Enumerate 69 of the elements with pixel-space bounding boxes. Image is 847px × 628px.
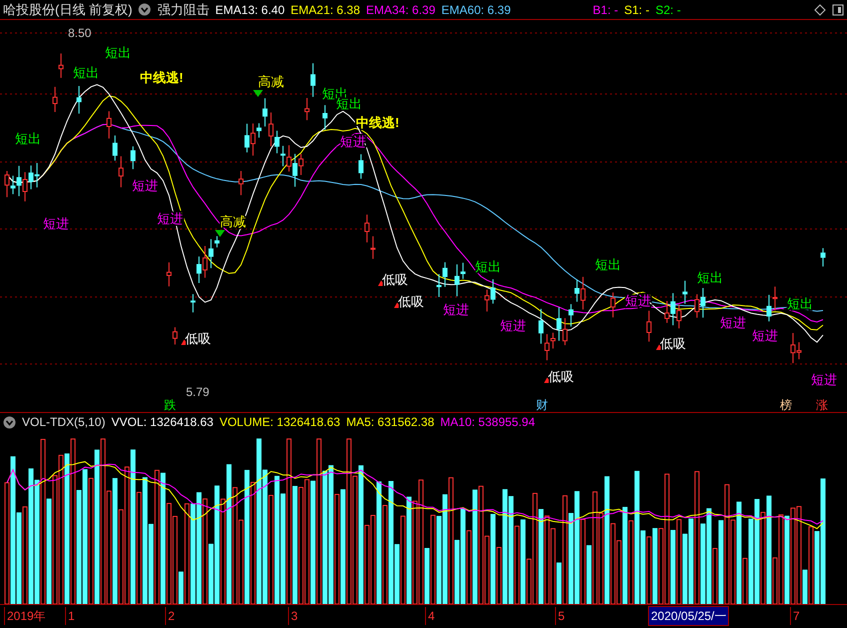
time-axis-label: 5	[555, 607, 565, 625]
indicator-value: EMA13: 6.40	[215, 2, 285, 18]
high-price-label: 8.50	[68, 26, 92, 40]
signal-label: 低吸	[660, 336, 686, 351]
indicator-value: EMA60: 6.39	[441, 2, 511, 18]
time-axis-label: 7	[790, 607, 800, 625]
time-axis-label: 1	[65, 607, 75, 625]
dropdown-icon[interactable]	[3, 416, 16, 428]
square-icon[interactable]	[832, 4, 844, 16]
candlestick	[610, 292, 616, 318]
time-axis-label: 3	[288, 607, 298, 625]
signal-label: 中线逃!	[140, 70, 184, 85]
candlestick	[646, 310, 652, 342]
volume-value: MA5: 631562.38	[346, 414, 434, 431]
signal-label: 短进	[443, 302, 469, 317]
candlestick	[130, 146, 136, 170]
signal-label: 短进	[720, 315, 746, 330]
candlestick	[76, 85, 82, 114]
candlestick	[166, 262, 172, 287]
signal-label: 短出	[595, 257, 621, 272]
signal-label: 短进	[811, 372, 837, 387]
down-arrow-icon	[215, 230, 225, 237]
signal-label: 低吸	[398, 294, 424, 309]
signal-label: 中线逃!	[356, 115, 400, 130]
signal-label: 短出	[105, 45, 131, 60]
signal-label: 高减	[258, 74, 284, 89]
event-marker: 财	[536, 398, 548, 412]
candlestick	[58, 53, 64, 78]
time-axis-label: 2	[165, 607, 175, 625]
signal-label: 短进	[43, 216, 69, 231]
candlestick	[820, 248, 826, 267]
stock-title: 哈投股份(日线 前复权)	[3, 0, 132, 19]
candlestick	[190, 294, 196, 313]
diamond-icon[interactable]	[814, 4, 826, 16]
signal-label: 低吸	[382, 272, 408, 287]
candlestick	[358, 154, 364, 180]
candlestick	[52, 86, 58, 113]
low-price-label: 5.79	[186, 385, 210, 399]
cursor-date-label: 2020/05/25/一	[648, 606, 730, 626]
candlestick	[172, 326, 178, 345]
time-axis-label: 2019年	[4, 607, 46, 625]
signal-label: 短进	[500, 318, 526, 333]
signal-label: 短出	[475, 259, 501, 274]
indicator-name: 强力阻击	[157, 0, 210, 19]
indicator-value: EMA34: 6.39	[366, 2, 436, 18]
signal-value: S1: -	[624, 2, 650, 18]
signal-label: 低吸	[548, 369, 574, 384]
dropdown-icon[interactable]	[138, 3, 152, 16]
signal-label: 短出	[697, 270, 723, 285]
volume-value: VVOL: 1326418.63	[111, 414, 214, 431]
signal-value: S2: -	[655, 2, 681, 18]
indicator-value: EMA21: 6.38	[290, 2, 360, 18]
event-marker: 涨	[816, 398, 828, 412]
signal-label: 低吸	[185, 331, 211, 346]
volume-value: MA10: 538955.94	[440, 414, 536, 431]
volume-value: VOLUME: 1326418.63	[219, 414, 340, 431]
signal-label: 短进	[752, 328, 778, 343]
event-marker: 榜	[780, 398, 792, 412]
signal-value: B1: -	[592, 2, 618, 18]
signal-label: 短进	[132, 178, 158, 193]
signal-label: 短出	[15, 131, 41, 146]
candlestick	[322, 104, 328, 130]
candlestick	[238, 170, 244, 196]
signal-label: 短出	[787, 296, 813, 311]
time-axis-label: 4	[425, 607, 435, 625]
down-arrow-icon	[253, 90, 263, 97]
volume-indicator-name: VOL-TDX(5,10)	[22, 414, 106, 431]
event-marker: 跌	[164, 398, 176, 412]
signal-label: 短出	[73, 65, 99, 80]
